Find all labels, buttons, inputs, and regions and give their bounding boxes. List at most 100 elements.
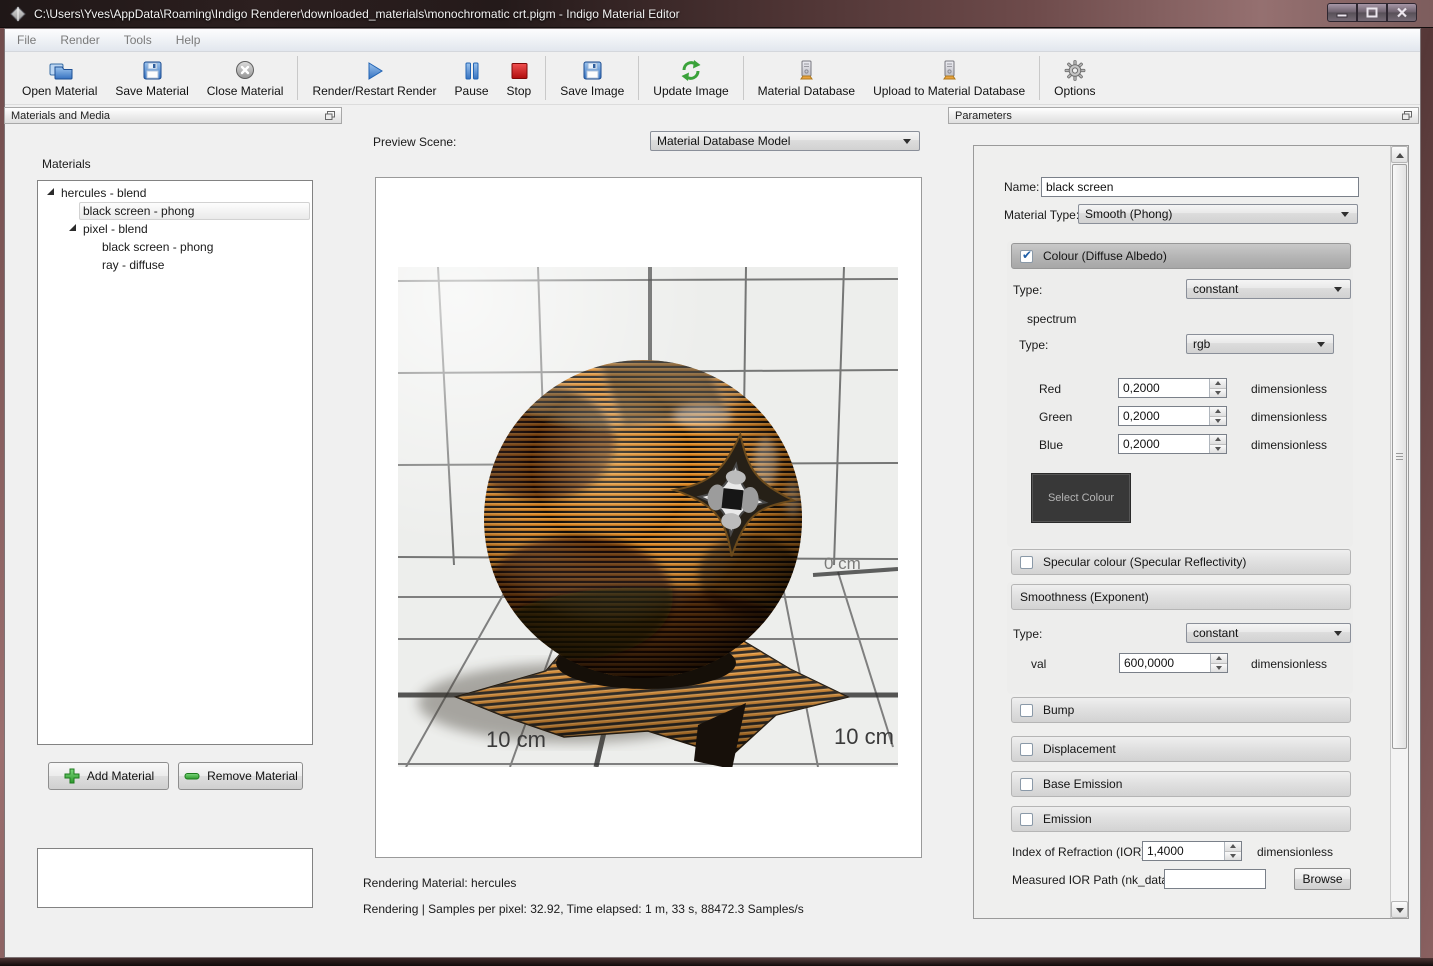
red-value-field[interactable] <box>1119 379 1209 397</box>
expander-icon[interactable] <box>47 188 54 195</box>
materials-tree[interactable]: hercules - blend black screen - phong pi… <box>37 180 313 745</box>
media-list-box[interactable] <box>37 848 313 908</box>
specular-section-header[interactable]: Specular colour (Specular Reflectivity) <box>1011 549 1351 575</box>
toolbar-label: Material Database <box>758 84 855 98</box>
bump-section-title: Bump <box>1043 703 1074 717</box>
select-colour-button[interactable]: Select Colour <box>1031 473 1131 523</box>
smoothness-type-label: Type: <box>1013 627 1042 641</box>
ior-value-field[interactable] <box>1143 842 1224 860</box>
scroll-down-icon[interactable] <box>1391 901 1408 918</box>
base-emission-section-header[interactable]: Base Emission <box>1011 771 1351 797</box>
spectrum-type-combo[interactable]: rgb <box>1186 334 1334 354</box>
spin-up-icon[interactable] <box>1210 435 1226 445</box>
ior-spin-input[interactable] <box>1142 841 1242 861</box>
specular-checkbox[interactable] <box>1020 556 1033 569</box>
minimize-button[interactable] <box>1327 3 1357 22</box>
menu-file[interactable]: File <box>5 30 48 50</box>
blue-spinner[interactable] <box>1209 435 1226 453</box>
menu-render[interactable]: Render <box>48 30 111 50</box>
green-value-field[interactable] <box>1119 407 1209 425</box>
save-material-button[interactable]: Save Material <box>106 52 197 104</box>
parameters-scrollbar[interactable] <box>1390 146 1408 918</box>
spin-down-icon[interactable] <box>1210 445 1226 454</box>
float-panel-icon[interactable] <box>1402 111 1412 120</box>
bump-checkbox[interactable] <box>1020 704 1033 717</box>
maximize-button[interactable] <box>1357 3 1387 22</box>
close-button[interactable] <box>1387 3 1417 22</box>
close-circle-icon <box>233 58 257 84</box>
spin-up-icon[interactable] <box>1211 654 1227 664</box>
bump-section-header[interactable]: Bump <box>1011 697 1351 723</box>
ior-spinner[interactable] <box>1224 842 1241 860</box>
spin-down-icon[interactable] <box>1210 417 1226 426</box>
colour-section-header[interactable]: Colour (Diffuse Albedo) <box>1011 243 1351 269</box>
stop-button[interactable]: Stop <box>498 52 541 104</box>
spin-down-icon[interactable] <box>1211 664 1227 673</box>
colour-type-combo[interactable]: constant <box>1186 279 1351 299</box>
scrollbar-thumb[interactable] <box>1392 164 1407 749</box>
base-emission-checkbox[interactable] <box>1020 778 1033 791</box>
val-value-field[interactable] <box>1120 654 1210 672</box>
pause-icon <box>460 58 484 84</box>
blue-value-field[interactable] <box>1119 435 1209 453</box>
material-type-combo[interactable]: Smooth (Phong) <box>1078 204 1358 224</box>
update-image-button[interactable]: Update Image <box>644 52 737 104</box>
save-image-button[interactable]: Save Image <box>551 52 633 104</box>
val-spinner[interactable] <box>1210 654 1227 672</box>
tree-item-hercules[interactable]: hercules - blend <box>61 184 146 201</box>
material-database-button[interactable]: Material Database <box>749 52 864 104</box>
remove-material-button[interactable]: Remove Material <box>178 762 303 790</box>
toolbar-label: Pause <box>455 84 489 98</box>
spin-down-icon[interactable] <box>1225 852 1241 861</box>
title-bar[interactable]: C:\Users\Yves\AppData\Roaming\Indigo Ren… <box>0 0 1433 28</box>
spectrum-type-label: Type: <box>1019 338 1048 352</box>
menu-help[interactable]: Help <box>164 30 213 50</box>
emission-section-header[interactable]: Emission <box>1011 806 1351 832</box>
close-material-button[interactable]: Close Material <box>198 52 293 104</box>
tree-item-ray[interactable]: ray - diffuse <box>102 256 164 273</box>
smoothness-type-combo[interactable]: constant <box>1186 623 1351 643</box>
preview-scene-value: Material Database Model <box>657 134 790 148</box>
options-button[interactable]: Options <box>1045 52 1104 104</box>
floor-scale-label-left: 10 cm <box>486 727 546 752</box>
toolbar-label: Save Material <box>115 84 188 98</box>
pause-button[interactable]: Pause <box>446 52 498 104</box>
spin-up-icon[interactable] <box>1225 842 1241 852</box>
materials-panel-header: Materials and Media <box>4 107 342 124</box>
tree-item-black-screen[interactable]: black screen - phong <box>83 202 194 219</box>
upload-material-database-button[interactable]: Upload to Material Database <box>864 52 1034 104</box>
spin-up-icon[interactable] <box>1210 407 1226 417</box>
spin-down-icon[interactable] <box>1210 389 1226 398</box>
spin-up-icon[interactable] <box>1210 379 1226 389</box>
green-spinner[interactable] <box>1209 407 1226 425</box>
name-input[interactable] <box>1041 177 1359 197</box>
emission-section-title: Emission <box>1043 812 1092 826</box>
render-restart-button[interactable]: Render/Restart Render <box>303 52 445 104</box>
red-spin-input[interactable] <box>1118 378 1227 398</box>
float-panel-icon[interactable] <box>325 111 335 120</box>
rendering-progress-status: Rendering | Samples per pixel: 32.92, Ti… <box>363 902 804 916</box>
add-material-label: Add Material <box>87 769 154 783</box>
open-material-button[interactable]: Open Material <box>13 52 106 104</box>
add-material-button[interactable]: Add Material <box>48 762 169 790</box>
blue-spin-input[interactable] <box>1118 434 1227 454</box>
tree-item-pixel[interactable]: pixel - blend <box>83 220 148 237</box>
red-spinner[interactable] <box>1209 379 1226 397</box>
expander-icon[interactable] <box>69 224 76 231</box>
green-spin-input[interactable] <box>1118 406 1227 426</box>
displacement-section-header[interactable]: Displacement <box>1011 736 1351 762</box>
emission-checkbox[interactable] <box>1020 813 1033 826</box>
preview-scene-combo[interactable]: Material Database Model <box>650 131 920 151</box>
ior-unit: dimensionless <box>1257 845 1333 859</box>
scroll-up-icon[interactable] <box>1391 146 1408 163</box>
browse-button[interactable]: Browse <box>1294 868 1351 890</box>
floppy-disk-icon <box>580 58 604 84</box>
nk-path-input[interactable] <box>1164 869 1266 889</box>
tree-item-black-screen-2[interactable]: black screen - phong <box>102 238 213 255</box>
colour-checkbox[interactable] <box>1020 250 1033 263</box>
val-spin-input[interactable] <box>1119 653 1228 673</box>
plus-icon <box>63 767 81 785</box>
displacement-checkbox[interactable] <box>1020 743 1033 756</box>
menu-tools[interactable]: Tools <box>112 30 164 50</box>
colour-type-label: Type: <box>1013 283 1042 297</box>
